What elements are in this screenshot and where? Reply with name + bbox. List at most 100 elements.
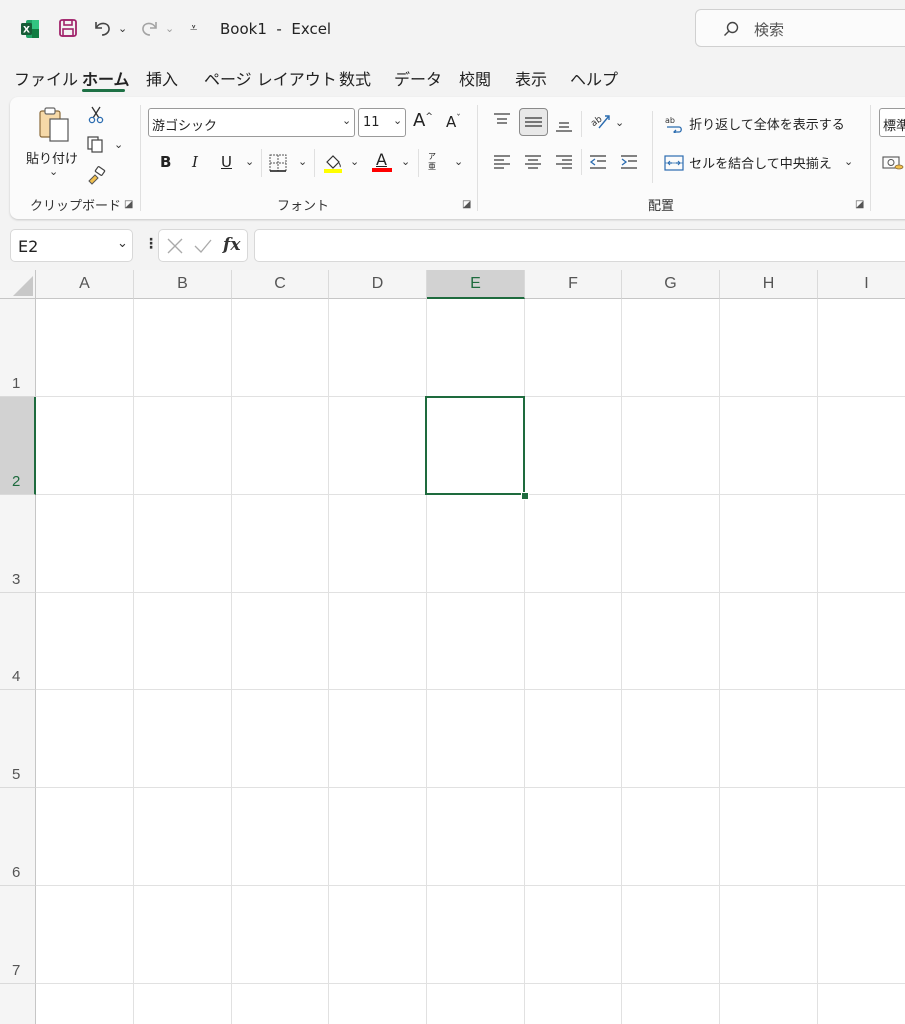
align-top-icon[interactable] [492,112,512,128]
search-box[interactable]: 検索 [695,9,905,47]
fill-color-dropdown-icon[interactable]: ⌄ [350,155,359,168]
font-name-select[interactable]: 游ゴシック ⌄ [148,108,355,137]
formula-input[interactable] [254,229,905,262]
orientation-icon[interactable]: ab [589,111,612,131]
tab-home[interactable]: ホーム [82,66,130,90]
ribbon: 貼り付け ⌄ ⌄ クリップボード ◪ 游ゴシック ⌄ 11 ⌄ A^ Aˇ B … [10,97,905,219]
italic-button[interactable]: I [192,153,198,171]
decrease-indent-icon[interactable] [588,153,608,171]
chevron-down-icon: ⌄ [342,114,352,127]
paste-dropdown-icon[interactable]: ⌄ [49,165,58,178]
row-header-2[interactable]: 2 [0,397,36,495]
tab-view[interactable]: 表示 [515,66,547,90]
font-color-dropdown-icon[interactable]: ⌄ [401,155,410,168]
tab-page-layout[interactable]: ページ レイアウト [204,66,337,90]
column-header-a[interactable]: A [36,270,134,299]
tab-data[interactable]: データ [394,66,442,90]
column-header-i[interactable]: I [818,270,905,299]
phonetic-guide-button[interactable]: ア亜 [428,152,440,172]
name-box[interactable]: E2 ⌄ [10,229,133,262]
align-left-icon[interactable] [492,153,512,171]
svg-text:ab: ab [590,114,605,129]
column-header-b[interactable]: B [134,270,232,299]
tab-formulas[interactable]: 数式 [339,66,371,90]
align-bottom-icon[interactable] [554,115,574,133]
merge-center-button[interactable]: セルを結合して中央揃え [664,152,832,172]
orientation-dropdown-icon[interactable]: ⌄ [615,116,624,129]
decrease-font-size-button[interactable]: Aˇ [446,113,461,131]
fill-handle[interactable] [521,492,529,500]
row-header-8[interactable] [0,984,36,1024]
redo-icon[interactable] [138,18,160,38]
cut-icon[interactable] [88,106,104,124]
active-cell-e2[interactable] [425,396,525,495]
column-header-c[interactable]: C [232,270,329,299]
number-format-select[interactable]: 標準 [879,108,905,137]
row-header-4[interactable]: 4 [0,593,36,690]
row-header-6[interactable]: 6 [0,788,36,886]
phonetic-dropdown-icon[interactable]: ⌄ [454,155,463,168]
column-header-h[interactable]: H [720,270,818,299]
font-name-value: 游ゴシック [152,119,218,134]
formula-bar-options-icon[interactable]: ⋮ [144,236,158,252]
gridline [328,299,329,1024]
fill-color-icon[interactable] [322,152,344,174]
paste-icon[interactable] [36,105,74,143]
undo-dropdown-icon[interactable]: ⌄ [118,22,127,35]
tab-review[interactable]: 校閲 [459,66,491,90]
gridline [36,689,905,690]
font-color-button[interactable]: A [372,150,394,174]
save-icon[interactable] [58,18,78,38]
chevron-down-icon: ⌄ [117,236,128,251]
font-group-label: フォント [277,199,330,214]
customize-qat-icon[interactable]: ⩡ [190,21,197,36]
row-number: 7 [12,962,21,979]
copy-icon[interactable] [86,135,104,153]
active-tab-indicator [82,89,125,92]
wrap-text-button[interactable]: ab 折り返して全体を表示する [664,113,845,134]
gridline [231,299,232,1024]
increase-font-size-button[interactable]: A^ [413,110,433,131]
excel-logo-icon: X [20,19,40,39]
copy-dropdown-icon[interactable]: ⌄ [114,138,123,151]
increase-indent-icon[interactable] [619,153,639,171]
format-painter-icon[interactable] [86,165,106,185]
column-header-g[interactable]: G [622,270,720,299]
row-header-5[interactable]: 5 [0,690,36,788]
enter-icon[interactable] [193,237,213,255]
tab-file[interactable]: ファイル [14,66,78,90]
row-number: 3 [12,571,21,588]
separator [477,105,478,211]
align-right-icon[interactable] [554,153,574,171]
font-launcher-icon[interactable]: ◪ [462,199,471,210]
select-all-button[interactable] [0,270,36,299]
align-center-icon[interactable] [523,153,543,171]
borders-dropdown-icon[interactable]: ⌄ [298,155,307,168]
undo-icon[interactable] [92,18,114,38]
redo-dropdown-icon[interactable]: ⌄ [165,22,174,35]
merge-center-dropdown-icon[interactable]: ⌄ [844,155,853,168]
accounting-format-icon[interactable] [882,154,904,172]
underline-dropdown-icon[interactable]: ⌄ [245,155,254,168]
font-size-select[interactable]: 11 ⌄ [358,108,406,137]
column-header-e[interactable]: E [427,270,525,299]
align-middle-button[interactable] [519,108,548,136]
clipboard-launcher-icon[interactable]: ◪ [124,199,133,210]
cancel-icon[interactable] [166,237,184,255]
alignment-launcher-icon[interactable]: ◪ [855,199,864,210]
column-header-f[interactable]: F [525,270,622,299]
name-box-value: E2 [18,237,39,256]
grow-label: A [413,110,426,131]
row-header-7[interactable]: 7 [0,886,36,984]
row-header-3[interactable]: 3 [0,495,36,593]
tab-insert[interactable]: 挿入 [146,66,178,90]
insert-function-button[interactable]: fx [223,235,240,255]
row-header-1[interactable]: 1 [0,299,36,397]
underline-button[interactable]: U [221,153,232,171]
tab-help[interactable]: ヘルプ [570,66,618,90]
borders-icon[interactable] [269,154,287,172]
wrap-text-label: 折り返して全体を表示する [689,118,845,133]
clipboard-group-label: クリップボード [30,199,122,214]
column-header-d[interactable]: D [329,270,427,299]
bold-button[interactable]: B [160,153,171,171]
